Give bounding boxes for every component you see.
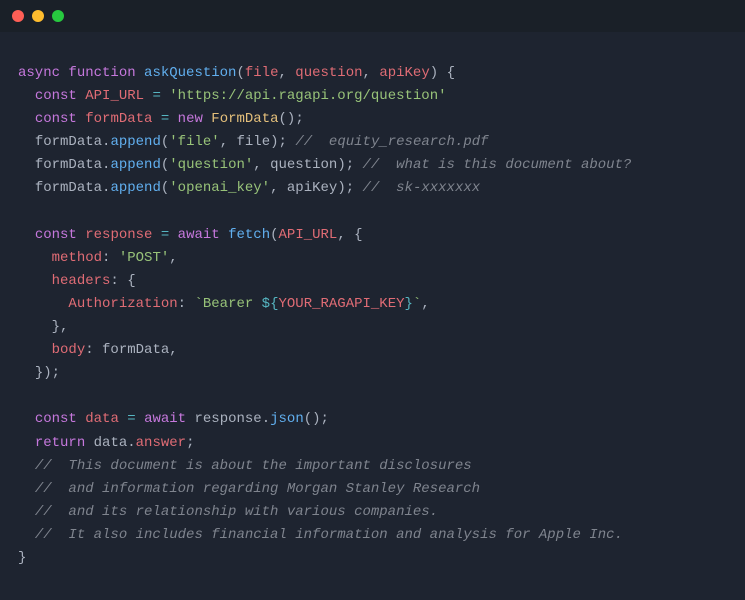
code-line: body: formData, bbox=[18, 339, 727, 362]
code-line: const response = await fetch(API_URL, { bbox=[18, 224, 727, 247]
const-name: API_URL bbox=[85, 88, 144, 104]
zoom-icon[interactable] bbox=[52, 10, 64, 22]
code-line: // It also includes financial informatio… bbox=[18, 524, 727, 547]
const-name: response bbox=[85, 227, 152, 243]
code-line: // This document is about the important … bbox=[18, 455, 727, 478]
const-name: data bbox=[85, 411, 119, 427]
code-line: formData.append('file', file); // equity… bbox=[18, 131, 727, 154]
code-line: const data = await response.json(); bbox=[18, 408, 727, 431]
code-line: }, bbox=[18, 316, 727, 339]
close-icon[interactable] bbox=[12, 10, 24, 22]
code-line: } bbox=[18, 547, 727, 570]
code-line: async function askQuestion(file, questio… bbox=[18, 62, 727, 85]
code-line: formData.append('question', question); /… bbox=[18, 154, 727, 177]
comment: // It also includes financial informatio… bbox=[35, 527, 623, 543]
code-line: formData.append('openai_key', apiKey); /… bbox=[18, 177, 727, 200]
code-line: // and its relationship with various com… bbox=[18, 501, 727, 524]
keyword-async: async bbox=[18, 65, 60, 81]
param: apiKey bbox=[379, 65, 429, 81]
code-line: headers: { bbox=[18, 270, 727, 293]
code-block: async function askQuestion(file, questio… bbox=[0, 32, 745, 600]
comment: // and information regarding Morgan Stan… bbox=[35, 481, 480, 497]
const-name: formData bbox=[85, 111, 152, 127]
constructor: FormData bbox=[211, 111, 278, 127]
code-line: const formData = new FormData(); bbox=[18, 108, 727, 131]
function-name: askQuestion bbox=[144, 65, 236, 81]
fetch-call: fetch bbox=[228, 227, 270, 243]
param: file bbox=[245, 65, 279, 81]
code-line: // and information regarding Morgan Stan… bbox=[18, 478, 727, 501]
code-line: method: 'POST', bbox=[18, 247, 727, 270]
comment: // sk-xxxxxxx bbox=[363, 180, 481, 196]
param: question bbox=[295, 65, 362, 81]
code-line bbox=[18, 201, 727, 224]
code-line: Authorization: `Bearer ${YOUR_RAGAPI_KEY… bbox=[18, 293, 727, 316]
comment: // and its relationship with various com… bbox=[35, 504, 438, 520]
keyword-function: function bbox=[68, 65, 135, 81]
code-line: return data.answer; bbox=[18, 432, 727, 455]
minimize-icon[interactable] bbox=[32, 10, 44, 22]
template-var: YOUR_RAGAPI_KEY bbox=[278, 296, 404, 312]
comment: // equity_research.pdf bbox=[295, 134, 488, 150]
comment: // what is this document about? bbox=[363, 157, 632, 173]
comment: // This document is about the important … bbox=[35, 458, 472, 474]
code-line bbox=[18, 385, 727, 408]
code-line: }); bbox=[18, 362, 727, 385]
string-literal: 'https://api.ragapi.org/question' bbox=[169, 88, 446, 104]
window-titlebar bbox=[0, 0, 745, 32]
method-call: append bbox=[110, 134, 160, 150]
code-line: const API_URL = 'https://api.ragapi.org/… bbox=[18, 85, 727, 108]
